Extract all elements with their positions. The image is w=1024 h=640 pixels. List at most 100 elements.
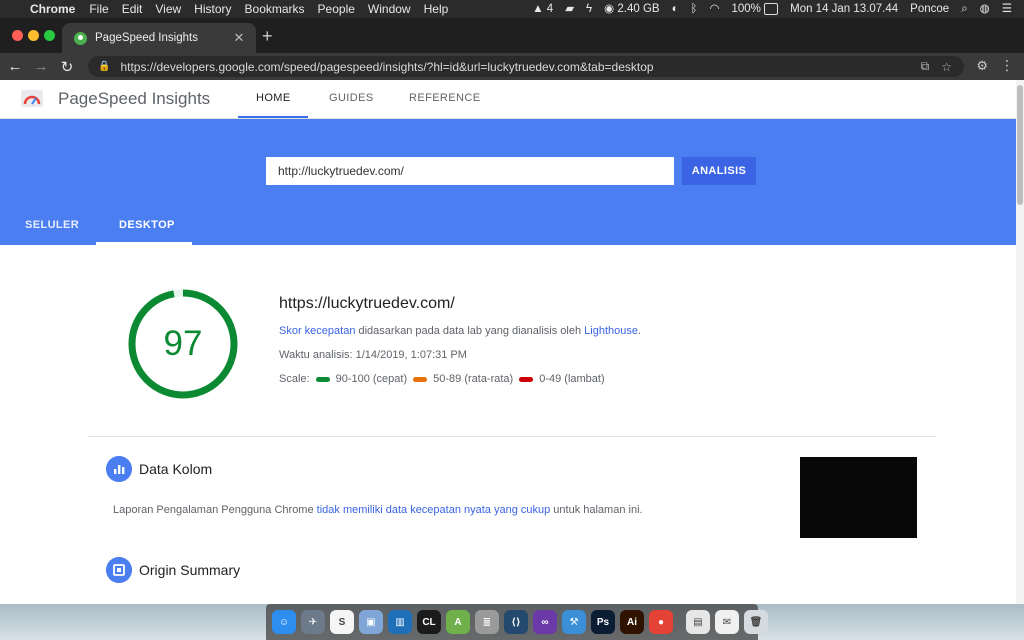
lock-icon[interactable]: 🔒 — [98, 61, 110, 72]
siri-icon[interactable]: ◍ — [980, 0, 990, 18]
database-icon[interactable]: ≣ — [475, 610, 499, 634]
browser-tab[interactable]: PageSpeed Insights ✕ — [62, 23, 256, 53]
memory-value: 2.40 GB — [617, 3, 660, 15]
photoshop-icon[interactable]: Ps — [591, 610, 615, 634]
tab-strip: PageSpeed Insights ✕ + — [0, 18, 1024, 53]
bluetooth-icon[interactable]: ᛒ — [691, 0, 698, 18]
report-content: 97 https://luckytruedev.com/ Skor kecepa… — [0, 245, 1024, 604]
back-button[interactable]: ← — [4, 58, 26, 75]
tab-mobile[interactable]: SELULER — [25, 219, 79, 231]
memory-status[interactable]: ◉ 2.40 GB — [604, 0, 659, 18]
forward-button[interactable]: → — [30, 58, 52, 75]
analysis-hero: ANALISIS SELULER DESKTOP — [0, 119, 1024, 245]
preview-icon[interactable]: ▤ — [686, 610, 710, 634]
field-desc-start: Laporan Pengalaman Pengguna Chrome — [113, 504, 317, 516]
clock[interactable]: Mon 14 Jan 13.07.44 — [790, 0, 898, 18]
close-tab-icon[interactable]: ✕ — [232, 30, 246, 46]
mail-icon[interactable]: ✉ — [715, 610, 739, 634]
macos-menu-bar: Chrome File Edit View History Bookmarks … — [0, 0, 1024, 18]
finder-icon[interactable]: ☺ — [272, 610, 296, 634]
section-divider — [88, 436, 936, 437]
minimize-window-button[interactable] — [28, 30, 39, 41]
lighthouse-link[interactable]: Lighthouse — [584, 325, 638, 337]
chrome-icon[interactable]: ● — [649, 610, 673, 634]
origin-summary-icon — [106, 557, 132, 583]
score-desc-text: didasarkan pada data lab yang dianalisis… — [355, 325, 585, 337]
trello-icon[interactable]: ▥ — [388, 610, 412, 634]
tab-title: PageSpeed Insights — [95, 32, 198, 44]
analyzed-url: https://luckytruedev.com/ — [279, 295, 455, 312]
tab-desktop[interactable]: DESKTOP — [119, 219, 175, 231]
menu-window[interactable]: Window — [368, 0, 411, 18]
insufficient-data-link[interactable]: tidak memiliki data kecepatan nyata yang… — [317, 504, 551, 516]
speed-score-link[interactable]: Skor kecepatan — [279, 325, 355, 337]
field-data-title: Data Kolom — [139, 461, 213, 477]
bookmark-star-icon[interactable]: ☆ — [941, 60, 952, 74]
analyze-button[interactable]: ANALISIS — [682, 157, 756, 185]
menu-edit[interactable]: Edit — [122, 0, 143, 18]
scale-slow-label: 0-49 (lambat) — [539, 373, 605, 385]
bar-chart-icon — [106, 456, 132, 482]
reload-button[interactable]: ↻ — [56, 58, 78, 76]
site-title[interactable]: PageSpeed Insights — [58, 89, 210, 109]
nav-reference[interactable]: REFERENCE — [409, 92, 480, 104]
scale-average-label: 50-89 (rata-rata) — [433, 373, 514, 385]
close-window-button[interactable] — [12, 30, 23, 41]
site-header: PageSpeed Insights HOME GUIDES REFERENCE — [0, 80, 1024, 119]
adobe-status[interactable]: ▲ 4 — [532, 0, 553, 18]
field-desc-end: untuk halaman ini. — [550, 504, 643, 516]
score-desc-end: . — [637, 325, 642, 337]
nav-home[interactable]: HOME — [256, 92, 291, 104]
new-tab-button[interactable]: + — [262, 26, 273, 47]
illustrator-icon[interactable]: Ai — [620, 610, 644, 634]
vscode-icon[interactable]: ⟨⟩ — [504, 610, 528, 634]
browser-menu-icon[interactable]: ⋮ — [1000, 57, 1014, 74]
dock: ☺ ✈ S ▣ ▥ CL A ≣ ⟨⟩ ∞ ⚒ Ps Ai ● ▤ ✉ 🗑 — [266, 604, 768, 640]
menu-bookmarks[interactable]: Bookmarks — [245, 0, 305, 18]
menu-history[interactable]: History — [194, 0, 231, 18]
xcode-icon[interactable]: ⚒ — [562, 610, 586, 634]
nav-guides[interactable]: GUIDES — [329, 92, 374, 104]
nav-active-indicator — [238, 116, 308, 118]
flash-icon[interactable]: ϟ — [586, 0, 592, 18]
visual-studio-icon[interactable]: ∞ — [533, 610, 557, 634]
url-text[interactable]: https://developers.google.com/speed/page… — [120, 60, 920, 74]
menu-view[interactable]: View — [155, 0, 181, 18]
page-scrollbar[interactable] — [1016, 80, 1024, 604]
screenshot-thumbnail — [800, 457, 917, 538]
translate-icon[interactable]: ⧉ — [921, 59, 930, 74]
spotlight-icon[interactable]: ⌕ — [961, 0, 967, 18]
trash-icon[interactable]: 🗑 — [744, 610, 768, 634]
sublime-text-icon[interactable]: S — [330, 610, 354, 634]
virtualbox-icon[interactable]: ▣ — [359, 610, 383, 634]
notes-icon[interactable]: ▰ — [565, 0, 574, 18]
scrollbar-thumb[interactable] — [1017, 85, 1023, 205]
vpn-icon[interactable]: ◐ — [672, 0, 679, 18]
zoom-window-button[interactable] — [44, 30, 55, 41]
user-name[interactable]: Poncoe — [910, 0, 949, 18]
battery-status[interactable]: 100% — [731, 0, 779, 18]
android-studio-icon[interactable]: A — [446, 610, 470, 634]
analysis-time: Waktu analisis: 1/14/2019, 1:07:31 PM — [279, 349, 467, 361]
app-menu-chrome[interactable]: Chrome — [30, 0, 75, 18]
browser-toolbar: ← → ↻ 🔒 https://developers.google.com/sp… — [0, 53, 1024, 80]
scale-fast-label: 90-100 (cepat) — [335, 373, 408, 385]
launchpad-icon[interactable]: ✈ — [301, 610, 325, 634]
menu-people[interactable]: People — [318, 0, 355, 18]
field-data-description: Laporan Pengalaman Pengguna Chrome tidak… — [113, 504, 643, 516]
notification-center-icon[interactable]: ☰ — [1002, 0, 1012, 18]
menu-file[interactable]: File — [89, 0, 108, 18]
page-viewport: PageSpeed Insights HOME GUIDES REFERENCE… — [0, 80, 1024, 604]
clion-icon[interactable]: CL — [417, 610, 441, 634]
score-description: Skor kecepatan didasarkan pada data lab … — [279, 325, 641, 337]
pagespeed-logo-icon[interactable] — [20, 88, 44, 108]
score-scale: Scale: 90-100 (cepat) 50-89 (rata-rata) … — [279, 373, 605, 385]
menu-help[interactable]: Help — [424, 0, 449, 18]
url-input[interactable] — [266, 157, 674, 185]
score-value: 97 — [164, 324, 203, 363]
battery-icon — [764, 2, 779, 15]
extension-icon[interactable]: ⚙ — [976, 58, 988, 74]
wifi-icon[interactable]: ◠ — [709, 0, 719, 18]
address-bar[interactable]: 🔒 https://developers.google.com/speed/pa… — [88, 56, 964, 77]
status-area: ▲ 4 ▰ ϟ ◉ 2.40 GB ◐ ᛒ ◠ 100% Mon 14 Jan … — [532, 0, 1024, 18]
